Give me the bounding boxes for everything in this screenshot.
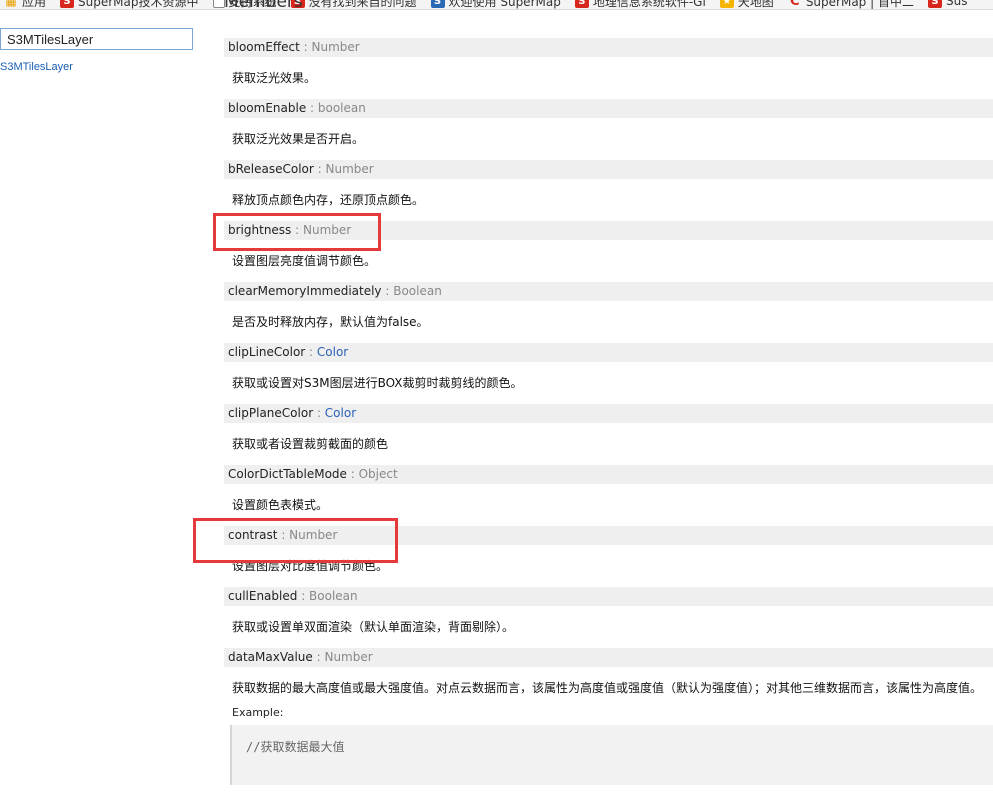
- member-description: 获取或设置对S3M图层进行BOX裁剪时裁剪线的颜色。: [232, 376, 523, 390]
- supermap-icon: S: [574, 0, 589, 8]
- bookmark-sus[interactable]: S Sus: [924, 0, 977, 8]
- member-item: cullEnabled : Boolean 获取或设置单双面渲染（默认单面渲染，…: [224, 587, 993, 648]
- member-type: Number: [324, 650, 373, 664]
- member-separator: :: [381, 284, 394, 298]
- member-type: Number: [311, 40, 360, 54]
- bookmark-label: SuperMap | 首中二: [805, 0, 914, 9]
- example-label: Example:: [232, 706, 284, 719]
- bookmark-tianditu[interactable]: ★ 天地图: [716, 0, 784, 9]
- member-name: clipPlaneColor: [228, 406, 314, 420]
- member-header: bReleaseColor : Number: [224, 160, 993, 179]
- member-type: Number: [325, 162, 374, 176]
- member-description: 设置图层亮度值调节颜色。: [232, 254, 377, 268]
- member-separator: :: [297, 589, 310, 603]
- member-type: boolean: [317, 101, 366, 115]
- member-separator: :: [313, 162, 326, 176]
- member-type-link[interactable]: Color: [325, 406, 356, 420]
- member-name: clearMemoryImmediately: [228, 284, 382, 298]
- bookmark-welcome[interactable]: S 欢迎使用 SuperMap: [427, 0, 571, 9]
- member-description: 设置颜色表模式。: [232, 498, 329, 512]
- member-item: bReleaseColor : Number 释放顶点颜色内存，还原顶点颜色。: [224, 160, 993, 221]
- member-description: 获取或者设置裁剪截面的颜色: [232, 437, 389, 451]
- member-name: bReleaseColor: [228, 162, 314, 176]
- c-icon: C: [790, 0, 800, 9]
- member-type: Boolean: [309, 589, 358, 603]
- member-separator: :: [346, 467, 359, 481]
- member-item: clipLineColor : Color 获取或设置对S3M图层进行BOX裁剪…: [224, 343, 993, 404]
- members-list: bloomEffect : Number 获取泛光效果。 bloomEnable…: [224, 38, 993, 808]
- member-name: bloomEnable: [228, 101, 307, 115]
- member-separator: :: [312, 650, 325, 664]
- member-description: 获取泛光效果是否开启。: [232, 132, 365, 146]
- member-header: bloomEnable : boolean: [224, 99, 993, 118]
- member-name: dataMaxValue: [228, 650, 313, 664]
- bookmark-label: 没有找到来自的问题: [308, 0, 417, 9]
- member-header: bloomEffect : Number: [224, 38, 993, 57]
- member-header: clearMemoryImmediately : Boolean: [224, 282, 993, 301]
- member-name: bloomEffect: [228, 40, 300, 54]
- member-type-link[interactable]: Color: [317, 345, 348, 359]
- member-description: 是否及时释放内存，默认值为false。: [232, 315, 429, 329]
- tianditu-icon: ★: [719, 0, 734, 8]
- search-input[interactable]: [0, 28, 193, 50]
- bookmark-not-found[interactable]: S 没有找到来自的问题: [287, 0, 427, 9]
- member-separator: :: [305, 345, 317, 359]
- supermap-icon: S: [927, 0, 942, 8]
- member-header: clipPlaneColor : Color: [224, 404, 993, 423]
- member-description: 获取泛光效果。: [232, 71, 317, 85]
- member-name: cullEnabled: [228, 589, 298, 603]
- bookmark-supermap-home[interactable]: C SuperMap | 首中二: [784, 0, 924, 9]
- member-header: clipLineColor : Color: [224, 343, 993, 362]
- highlight-contrast: [193, 518, 398, 563]
- member-description: 获取或设置单双面渲染（默认单面渲染，背面剔除）。: [232, 620, 515, 634]
- member-item: clearMemoryImmediately : Boolean 是否及时释放内…: [224, 282, 993, 343]
- member-item: clipPlaneColor : Color 获取或者设置裁剪截面的颜色: [224, 404, 993, 465]
- code-block: //获取数据最大值: [230, 725, 993, 785]
- member-item: bloomEffect : Number 获取泛光效果。: [224, 38, 993, 99]
- member-header: dataMaxValue : Number: [224, 648, 993, 667]
- sidebar-link-s3mtileslayer[interactable]: S3MTilesLayer: [0, 61, 73, 73]
- bookmark-label: 欢迎使用 SuperMap: [448, 0, 561, 9]
- member-type: Object: [358, 467, 398, 481]
- code-line: //获取数据最大值: [246, 740, 345, 754]
- bookmark-label: 地理信息系统软件-Gl: [592, 0, 706, 9]
- member-item: ColorDictTableMode : Object 设置颜色表模式。: [224, 465, 993, 526]
- page-icon: [212, 0, 225, 8]
- member-item: dataMaxValue : Number 获取数据的最大高度值或最大强度值。对…: [224, 648, 993, 808]
- member-description: 获取数据的最大高度值或最大强度值。对点云数据而言，该属性为高度值或强度值（默认为…: [232, 681, 983, 695]
- member-item: bloomEnable : boolean 获取泛光效果是否开启。: [224, 99, 993, 160]
- member-type: Boolean: [393, 284, 442, 298]
- highlight-brightness: [213, 213, 381, 251]
- member-separator: :: [299, 40, 312, 54]
- member-description: 释放顶点颜色内存，还原顶点颜色。: [232, 193, 425, 207]
- member-separator: :: [306, 101, 318, 115]
- member-header: ColorDictTableMode : Object: [224, 465, 993, 484]
- member-name: ColorDictTableMode: [228, 467, 347, 481]
- supermap-icon: S: [430, 0, 445, 8]
- bookmark-label: 天地图: [737, 0, 774, 9]
- members-heading: Members: [224, 0, 303, 12]
- sidebar: S3MTilesLayer: [0, 0, 200, 754]
- bookmark-label: Sus: [945, 0, 968, 8]
- member-name: clipLineColor: [228, 345, 306, 359]
- bookmark-gis-software[interactable]: S 地理信息系统软件-Gl: [571, 0, 716, 9]
- member-header: cullEnabled : Boolean: [224, 587, 993, 606]
- member-separator: :: [313, 406, 325, 420]
